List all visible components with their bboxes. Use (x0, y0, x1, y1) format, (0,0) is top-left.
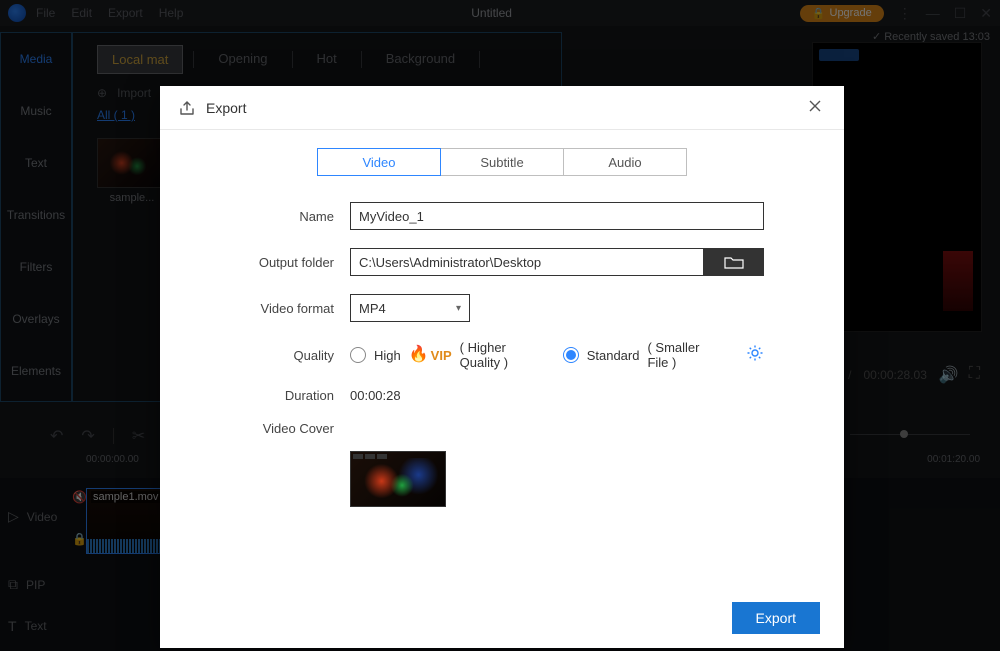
dialog-close-button[interactable] (804, 93, 826, 122)
dialog-header: Export (160, 86, 844, 130)
gear-icon (746, 344, 764, 362)
folder-icon (724, 255, 744, 269)
output-folder-input[interactable] (350, 248, 704, 276)
quality-high-option[interactable]: High 🔥 VIP ( Higher Quality ) (350, 340, 541, 370)
quality-standard-label: Standard (587, 348, 640, 363)
flame-icon: 🔥 (409, 347, 429, 363)
export-button[interactable]: Export (732, 602, 820, 634)
video-format-select[interactable]: MP4 ▾ (350, 294, 470, 322)
quality-high-hint: ( Higher Quality ) (460, 340, 541, 370)
format-value: MP4 (359, 301, 386, 316)
vip-badge: 🔥 VIP (409, 347, 452, 363)
radio-standard[interactable] (563, 347, 579, 363)
browse-folder-button[interactable] (704, 248, 764, 276)
quality-standard-hint: ( Smaller File ) (647, 340, 718, 370)
export-icon (178, 99, 196, 117)
video-cover-thumbnail[interactable] (350, 451, 446, 507)
duration-value: 00:00:28 (350, 388, 401, 403)
label-video-cover: Video Cover (160, 421, 350, 436)
radio-high[interactable] (350, 347, 366, 363)
close-icon (808, 99, 822, 113)
tab-video[interactable]: Video (317, 148, 441, 176)
name-input[interactable] (350, 202, 764, 230)
label-video-format: Video format (160, 301, 350, 316)
tab-subtitle[interactable]: Subtitle (440, 148, 564, 176)
label-quality: Quality (160, 348, 350, 363)
chevron-down-icon: ▾ (456, 303, 461, 314)
label-output-folder: Output folder (160, 255, 350, 270)
export-tabs: Video Subtitle Audio (160, 148, 844, 176)
quality-standard-option[interactable]: Standard ( Smaller File ) (563, 340, 718, 370)
tab-audio[interactable]: Audio (563, 148, 687, 176)
dialog-title: Export (206, 100, 246, 116)
export-form: Name Output folder Video format (160, 202, 844, 507)
export-dialog: Export Video Subtitle Audio Name Output … (160, 86, 844, 648)
label-duration: Duration (160, 388, 350, 403)
quality-settings-button[interactable] (746, 344, 764, 367)
quality-high-label: High (374, 348, 401, 363)
vip-text: VIP (431, 348, 452, 363)
label-name: Name (160, 209, 350, 224)
